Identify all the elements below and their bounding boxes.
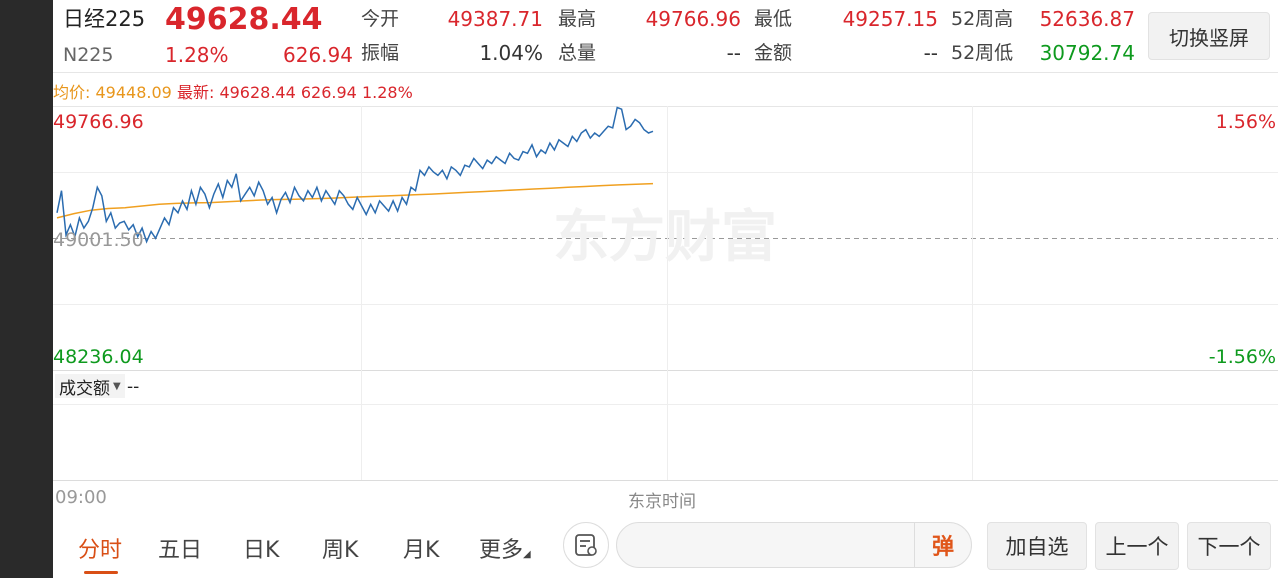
tab-more-label: 更多 bbox=[479, 538, 524, 563]
more-triangle-icon: ◢ bbox=[523, 549, 531, 560]
stat-value-52w-high: 52636.87 bbox=[1039, 7, 1135, 31]
pct-axis-bottom-label: -1.56% bbox=[1209, 346, 1276, 368]
stat-label-open: 今开 bbox=[361, 8, 400, 30]
danmu-label: 弹 bbox=[931, 535, 954, 560]
add-watchlist-button[interactable]: 加自选 bbox=[987, 522, 1087, 570]
tab-monthly-k[interactable]: 月K bbox=[403, 532, 439, 564]
stat-label-amplitude: 振幅 bbox=[361, 42, 400, 64]
current-price: 49628.44 bbox=[165, 2, 323, 37]
news-settings-icon[interactable] bbox=[563, 522, 609, 568]
stat-value-amplitude: 1.04% bbox=[479, 41, 543, 65]
x-axis-timezone-label: 东京时间 bbox=[628, 492, 696, 512]
index-code: N225 bbox=[63, 44, 114, 66]
dropdown-caret-icon: ▼ bbox=[113, 380, 121, 392]
y-axis-bottom-label: 48236.04 bbox=[53, 346, 144, 368]
change-amount: 626.94 bbox=[283, 43, 353, 67]
intraday-chart[interactable]: 东方财富 49766.96 49001.50 48236.04 1.56% -1… bbox=[53, 106, 1278, 506]
stat-value-amount: -- bbox=[923, 41, 938, 65]
stat-label-high: 最高 bbox=[558, 8, 597, 30]
bottom-toolbar: 分时 五日 日K 周K 月K 更多◢ 弹 加自选 上一个 下一个 bbox=[53, 516, 1278, 578]
tab-five-day[interactable]: 五日 bbox=[158, 532, 202, 564]
stat-value-low: 49257.15 bbox=[842, 7, 938, 31]
next-button[interactable]: 下一个 bbox=[1187, 522, 1271, 570]
left-dark-panel bbox=[0, 0, 53, 578]
change-percent: 1.28% bbox=[165, 43, 229, 67]
latest-value: 49628.44 bbox=[219, 83, 296, 102]
stat-label-52w-high: 52周高 bbox=[951, 8, 1014, 30]
tab-more[interactable]: 更多◢ bbox=[479, 532, 531, 564]
active-tab-underline bbox=[84, 571, 118, 574]
quote-header: 日经225 49628.44 N225 1.28% 626.94 今开 4938… bbox=[53, 0, 1278, 73]
stat-label-volume: 总量 bbox=[558, 42, 597, 64]
tab-daily-k[interactable]: 日K bbox=[243, 532, 279, 564]
tab-weekly-k[interactable]: 周K bbox=[322, 532, 358, 564]
price-summary-line: 均价: 49448.09 最新: 49628.44 626.94 1.28% bbox=[53, 79, 413, 103]
tab-intraday[interactable]: 分时 bbox=[78, 532, 122, 564]
latest-change: 626.94 bbox=[300, 83, 357, 102]
stat-label-amount: 金额 bbox=[754, 42, 793, 64]
latest-percent: 1.28% bbox=[361, 83, 413, 102]
volume-indicator-select[interactable]: 成交额 ▼ bbox=[55, 374, 125, 399]
volume-select-label: 成交额 bbox=[59, 378, 110, 399]
watermark: 东方财富 bbox=[553, 205, 777, 270]
stat-label-low: 最低 bbox=[754, 8, 793, 30]
stat-value-52w-low: 30792.74 bbox=[1039, 41, 1135, 65]
x-axis-start-label: 09:00 bbox=[55, 487, 107, 508]
stat-value-open: 49387.71 bbox=[447, 7, 543, 31]
avg-value: 49448.09 bbox=[95, 83, 172, 102]
chart-grid bbox=[53, 106, 1278, 481]
switch-orientation-button[interactable]: 切换竖屏 bbox=[1148, 12, 1270, 60]
quote-app: 日经225 49628.44 N225 1.28% 626.94 今开 4938… bbox=[53, 0, 1278, 578]
volume-value: -- bbox=[127, 377, 140, 397]
y-axis-ref-label: 49001.50 bbox=[53, 229, 144, 251]
previous-button[interactable]: 上一个 bbox=[1095, 522, 1179, 570]
latest-label: 最新: bbox=[176, 83, 215, 102]
index-name: 日经225 bbox=[63, 7, 146, 31]
comment-input[interactable]: 弹 bbox=[616, 522, 972, 568]
y-axis-top-label: 49766.96 bbox=[53, 111, 144, 133]
stat-value-volume: -- bbox=[726, 41, 741, 65]
stat-value-high: 49766.96 bbox=[645, 7, 741, 31]
avg-label: 均价: bbox=[53, 83, 91, 102]
danmu-toggle-button[interactable]: 弹 bbox=[914, 523, 971, 567]
stat-label-52w-low: 52周低 bbox=[951, 42, 1014, 64]
pct-axis-top-label: 1.56% bbox=[1216, 111, 1276, 133]
